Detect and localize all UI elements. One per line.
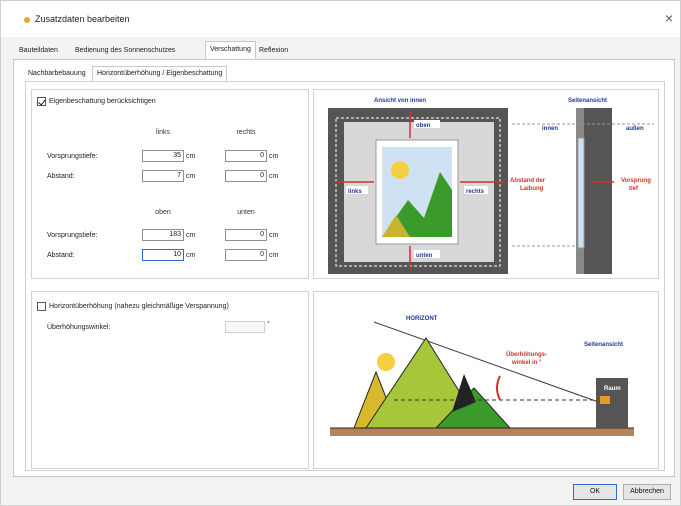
room-window <box>600 396 610 404</box>
label-bottom: unten <box>416 253 433 259</box>
unit: cm <box>186 173 196 180</box>
title-bar: Zusatzdaten bearbeiten × <box>1 1 680 37</box>
dialog-window: Zusatzdaten bearbeiten × Bauteildaten Be… <box>0 0 681 506</box>
app-icon <box>24 17 30 23</box>
label-outer: außen <box>626 126 644 132</box>
subtab-nachbarbebauung[interactable]: Nachbarbebauung <box>24 67 90 81</box>
self-shading-checkbox[interactable] <box>37 97 46 106</box>
unit: cm <box>186 153 196 160</box>
unit: cm <box>269 153 279 160</box>
label-angle-1: Überhöhungs- <box>506 351 547 358</box>
window-diagram: oben unten links rechts Ansicht von inne… <box>328 98 654 274</box>
window-diagram-panel: oben unten links rechts Ansicht von inne… <box>313 89 659 279</box>
horizon-diagram: HORIZONT Überhöhungs- winkel in ° Seiten… <box>330 316 634 436</box>
row-label-distance-tb: Abstand: <box>47 252 75 259</box>
label-inner: innen <box>542 126 558 132</box>
depth-bottom-input[interactable]: 0 <box>225 229 267 241</box>
column-right: rechts <box>236 129 256 136</box>
label-room: Raum <box>604 386 621 392</box>
close-icon[interactable]: × <box>665 11 673 25</box>
column-top: oben <box>155 209 171 216</box>
unit: cm <box>269 173 279 180</box>
label-right: rechts <box>466 189 485 195</box>
distance-top-input[interactable]: 10 <box>142 249 184 261</box>
label-distance-2: Laibung <box>520 186 544 192</box>
sun-icon <box>377 353 395 371</box>
angle-arc <box>496 375 501 401</box>
distance-right-input[interactable]: 0 <box>225 170 267 182</box>
unit: cm <box>186 252 196 259</box>
horizon-group <box>31 291 309 469</box>
depth-left-input[interactable]: 35 <box>142 150 184 162</box>
depth-top-input[interactable]: 183 <box>142 229 184 241</box>
label-projection-1: Vorsprung <box>621 178 651 184</box>
sun-icon <box>391 161 409 179</box>
unit: cm <box>186 232 196 239</box>
horizon-checkbox[interactable] <box>37 302 46 311</box>
angle-unit: ° <box>267 321 270 328</box>
subtab-horizont[interactable]: Horizontüberhöhung / Eigenbeschattung <box>92 66 228 81</box>
side-wall <box>584 108 612 274</box>
distance-left-input[interactable]: 7 <box>142 170 184 182</box>
horizon-label: Horizontüberhöhung (nahezu gleichmäßige … <box>49 303 229 310</box>
row-label-depth-lr: Vorsprungstiefe: <box>47 153 98 160</box>
self-shading-label: Eigenbeschattung berücksichtigen <box>49 98 156 105</box>
ok-button[interactable]: OK <box>573 484 617 500</box>
angle-label: Überhöhungswinkel: <box>47 324 111 331</box>
cancel-button[interactable]: Abbrechen <box>623 484 671 500</box>
side-window <box>577 137 585 249</box>
label-horizon: HORIZONT <box>406 316 438 322</box>
title-side: Seitenansicht <box>568 98 607 104</box>
label-angle-2: winkel in ° <box>511 360 542 366</box>
depth-right-input[interactable]: 0 <box>225 150 267 162</box>
unit: cm <box>269 232 279 239</box>
label-left: links <box>348 189 362 195</box>
horizon-diagram-panel: HORIZONT Überhöhungs- winkel in ° Seiten… <box>313 291 659 469</box>
distance-bottom-input[interactable]: 0 <box>225 249 267 261</box>
tab-bauteildaten[interactable]: Bauteildaten <box>15 43 62 59</box>
row-label-distance-lr: Abstand: <box>47 173 75 180</box>
tab-reflexion[interactable]: Reflexion <box>255 43 292 59</box>
column-left: links <box>155 129 170 136</box>
window-title: Zusatzdaten bearbeiten <box>35 14 130 24</box>
label-distance-1: Abstand der <box>510 178 546 184</box>
tab-verschattung[interactable]: Verschattung <box>205 41 256 59</box>
label-side-view: Seitenansicht <box>584 342 623 348</box>
row-label-depth-tb: Vorsprungstiefe: <box>47 232 98 239</box>
title-inside: Ansicht von innen <box>374 98 426 104</box>
column-bottom: unten <box>237 209 255 216</box>
ground <box>330 428 634 436</box>
label-projection-2: tief <box>629 186 639 192</box>
angle-input[interactable] <box>225 321 265 333</box>
label-top: oben <box>416 123 431 129</box>
unit: cm <box>269 252 279 259</box>
tab-bedienung[interactable]: Bedienung des Sonnenschutzes <box>71 43 179 59</box>
